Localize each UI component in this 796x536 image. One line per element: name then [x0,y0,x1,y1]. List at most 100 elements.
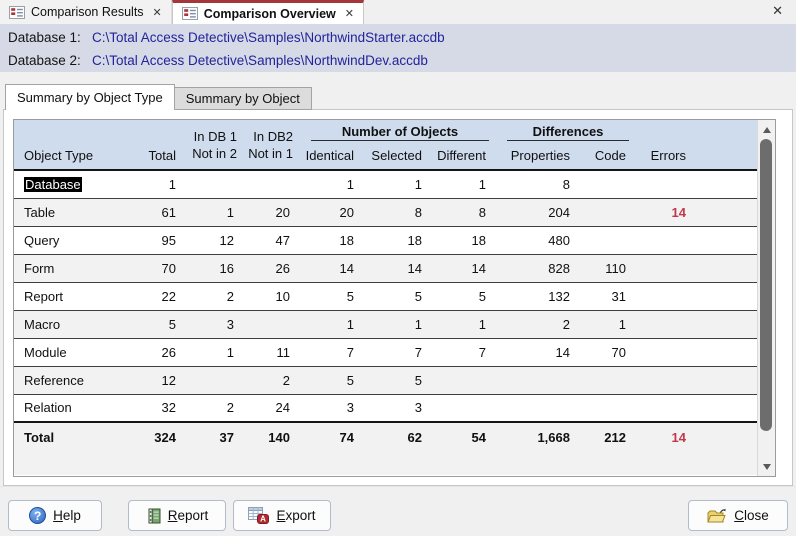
cell: 8 [434,198,498,227]
cell [638,366,698,395]
close-pane-icon[interactable]: ✕ [772,4,783,17]
cell: 204 [498,198,582,227]
object-type-cell: Report [14,282,136,311]
cell: 20 [246,198,302,227]
column-header-different: Different [434,144,498,170]
cell: 8 [366,198,434,227]
cell [638,310,698,339]
summary-grid: Object Type Total In DB 1 Not in 2 In DB… [13,119,776,477]
cell [638,282,698,311]
tab-close-icon[interactable]: ✕ [153,6,162,19]
column-header-total: Total [136,120,188,170]
cell: 3 [302,394,366,423]
table-row[interactable]: Query 95 12 47 18 18 18 480 [14,226,757,255]
cell [188,366,246,395]
table-row[interactable]: Relation 32 2 24 3 3 [14,394,757,423]
tab-summary-by-object[interactable]: Summary by Object [174,87,312,110]
form-icon [9,5,25,19]
scrollbar-thumb[interactable] [760,139,772,431]
object-type-cell: Database [14,169,136,199]
cell: 31 [582,282,638,311]
cell: 1 [136,169,188,199]
table-row[interactable]: Macro 5 3 1 1 1 2 1 [14,310,757,339]
cell: 95 [136,226,188,255]
cell: 1 [188,338,246,367]
close-button[interactable]: Close [688,500,788,531]
export-icon: A [248,507,270,524]
cell [638,226,698,255]
button-bar: ? Help Report A Export Close [0,486,796,536]
cell: 7 [434,338,498,367]
cell: 61 [136,198,188,227]
cell: 26 [136,338,188,367]
cell [638,254,698,283]
tab-comparison-overview[interactable]: Comparison Overview ✕ [171,0,364,24]
column-header-identical: Identical [302,144,366,170]
group-header-differences: Differences [498,120,638,144]
tab-comparison-results[interactable]: Comparison Results ✕ [0,0,172,24]
cell: 5 [302,282,366,311]
object-type-cell: Table [14,198,136,227]
vertical-scrollbar[interactable] [757,120,775,476]
table-row[interactable]: Table 61 1 20 20 8 8 204 14 [14,198,757,227]
cell: 1 [366,169,434,199]
column-header-object-type: Object Type [14,120,136,170]
table-row[interactable]: Database 1 1 1 1 8 [14,169,757,199]
cell: 32 [136,394,188,423]
report-button-label: Report [167,508,209,523]
tab-summary-by-object-type[interactable]: Summary by Object Type [5,84,175,110]
filler-cell [698,282,757,311]
cell [434,366,498,395]
form-icon [181,7,198,20]
scroll-down-icon[interactable] [758,458,775,475]
cell: 12 [188,226,246,255]
export-button[interactable]: A Export [233,500,331,531]
cell: 12 [136,366,188,395]
cell: 480 [498,226,582,255]
tab-label: Comparison Results [31,5,144,19]
cell [638,338,698,367]
cell: 10 [246,282,302,311]
cell: 8 [498,169,582,199]
cell: 18 [366,226,434,255]
table-row[interactable]: Reference 12 2 5 5 [14,366,757,395]
filler-cell [698,394,757,423]
cell: 1 [582,310,638,339]
cell [498,394,582,423]
cell: 7 [366,338,434,367]
report-button[interactable]: Report [128,500,226,531]
database2-path: C:\Total Access Detective\Samples\Northw… [92,53,428,68]
scroll-up-icon[interactable] [758,121,775,138]
cell: 2 [188,282,246,311]
cell [582,198,638,227]
summary-table: Object Type Total In DB 1 Not in 2 In DB… [14,120,757,476]
document-tab-bar: Comparison Results ✕ Comparison Overview… [0,0,796,24]
cell: 7 [302,338,366,367]
column-header-in-db2-not-in-1: In DB2 Not in 1 [246,120,302,170]
table-row[interactable]: Module 26 1 11 7 7 7 14 70 [14,338,757,367]
database2-line: Database 2: C:\Total Access Detective\Sa… [8,49,796,72]
cell: 70 [582,338,638,367]
cell: 16 [188,254,246,283]
filler-cell [698,421,757,475]
cell: 24 [246,394,302,423]
table-body: Database 1 1 1 1 8 Table 61 1 20 20 8 8 204 14 Query 95 1… [14,169,757,475]
cell: 22 [136,282,188,311]
group-header-number-of-objects: Number of Objects [302,120,498,144]
help-button[interactable]: ? Help [8,500,102,531]
tab-close-icon[interactable]: ✕ [345,7,354,20]
database2-label: Database 2: [8,53,81,68]
cell [582,226,638,255]
database-info-strip: Database 1: C:\Total Access Detective\Sa… [0,24,796,72]
folder-close-icon [707,508,726,522]
cell: 14 [498,338,582,367]
cell: 26 [246,254,302,283]
table-row[interactable]: Report 22 2 10 5 5 5 132 31 [14,282,757,311]
help-icon: ? [29,507,47,524]
table-row[interactable]: Form 70 16 26 14 14 14 828 110 [14,254,757,283]
cell: 18 [302,226,366,255]
filler-cell [698,366,757,395]
filler-cell [698,226,757,255]
object-type-cell: Total [14,421,136,475]
selected-cell-highlight: Database [24,176,82,192]
